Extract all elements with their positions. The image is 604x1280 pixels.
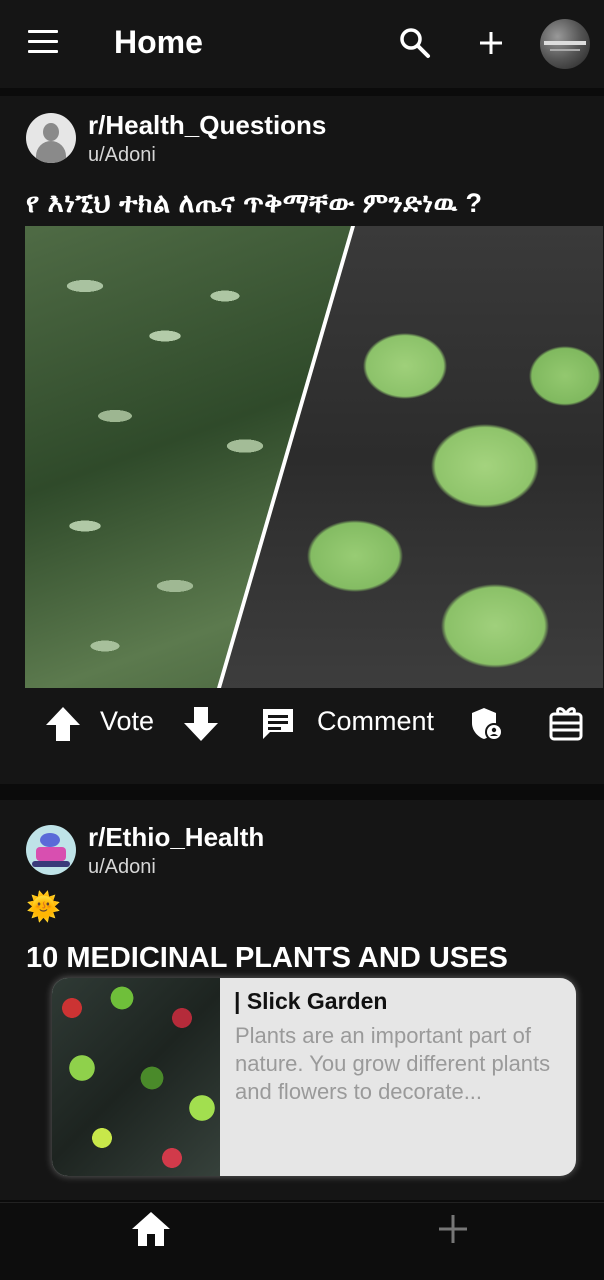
- top-app-bar: Home: [0, 0, 604, 88]
- plus-icon[interactable]: [474, 26, 508, 60]
- mod-shield-icon[interactable]: [470, 706, 504, 742]
- downvote-icon[interactable]: [182, 704, 220, 744]
- post-author[interactable]: u/Adoni: [88, 856, 156, 879]
- subreddit-avatar[interactable]: [26, 113, 76, 163]
- user-avatar[interactable]: [540, 19, 590, 69]
- link-site-name: | Slick Garden: [234, 988, 388, 1014]
- post-title[interactable]: የ እነኚህ ተክል ለጤና ጥቅማቸው ምንድነዉ ?: [26, 188, 483, 220]
- post-image[interactable]: [25, 226, 603, 688]
- create-post-icon[interactable]: [434, 1209, 472, 1249]
- bottom-navigation: [0, 1202, 604, 1280]
- post-actions: Vote Comment: [0, 694, 604, 754]
- upvote-icon[interactable]: [44, 704, 82, 744]
- vote-label: Vote: [100, 706, 155, 736]
- comment-icon[interactable]: [260, 706, 296, 742]
- subreddit-name[interactable]: r/Ethio_Health: [88, 822, 264, 853]
- link-preview-card[interactable]: | Slick Garden Plants are an important p…: [52, 978, 576, 1176]
- post-card[interactable]: r/Ethio_Health u/Adoni 🌞 10 MEDICINAL PL…: [0, 800, 604, 1200]
- comment-label[interactable]: Comment: [317, 706, 434, 737]
- post-flair-emoji: 🌞: [26, 891, 61, 922]
- subreddit-name[interactable]: r/Health_Questions: [88, 110, 326, 141]
- home-icon[interactable]: [130, 1209, 172, 1249]
- link-description: Plants are an important part of nature. …: [235, 1023, 551, 1104]
- post-title[interactable]: 10 MEDICINAL PLANTS AND USES: [26, 942, 508, 975]
- page-title: Home: [114, 24, 203, 60]
- post-author[interactable]: u/Adoni: [88, 144, 156, 167]
- award-gift-icon[interactable]: [548, 704, 584, 742]
- search-icon[interactable]: [398, 26, 432, 60]
- link-thumbnail: [52, 978, 220, 1176]
- post-card[interactable]: r/Health_Questions u/Adoni የ እነኚህ ተክል ለጤ…: [0, 96, 604, 784]
- menu-icon[interactable]: [28, 30, 60, 56]
- subreddit-avatar[interactable]: [26, 825, 76, 875]
